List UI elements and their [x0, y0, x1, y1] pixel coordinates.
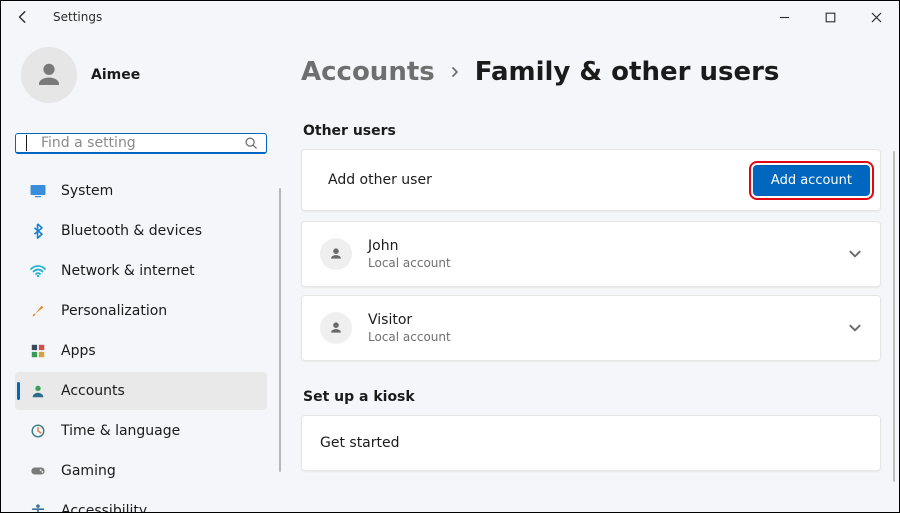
text-cursor [26, 135, 27, 151]
nav-item-label: Personalization [61, 303, 167, 319]
person-icon [328, 246, 344, 262]
avatar [21, 47, 77, 103]
window-controls [761, 1, 899, 33]
minimize-icon [779, 12, 790, 23]
user-type: Local account [368, 330, 832, 344]
person-badge [320, 238, 352, 270]
content-area: Accounts Family & other users Other user… [281, 33, 899, 512]
content-scrollbar[interactable] [893, 151, 895, 482]
nav-list: System Bluetooth & devices Network & int… [15, 172, 267, 513]
user-card-visitor[interactable]: Visitor Local account [301, 295, 881, 361]
accounts-icon [29, 382, 47, 400]
nav-item-accessibility[interactable]: Accessibility [15, 492, 267, 513]
search-box[interactable] [15, 133, 267, 154]
window-title: Settings [53, 10, 102, 24]
nav-item-time-language[interactable]: Time & language [15, 412, 267, 450]
nav-item-bluetooth[interactable]: Bluetooth & devices [15, 212, 267, 250]
back-button[interactable] [11, 5, 35, 29]
arrow-left-icon [16, 10, 30, 24]
minimize-button[interactable] [761, 1, 807, 33]
nav-item-label: Accessibility [61, 503, 147, 513]
nav-item-label: Accounts [61, 383, 125, 399]
nav-item-label: Time & language [61, 423, 180, 439]
kiosk-card[interactable]: Get started [301, 415, 881, 471]
wifi-icon [29, 262, 47, 280]
nav-item-label: Apps [61, 343, 96, 359]
person-icon [328, 320, 344, 336]
apps-icon [29, 342, 47, 360]
sidebar: Aimee System Bluetooth & devices [1, 33, 281, 512]
breadcrumb-parent[interactable]: Accounts [301, 57, 435, 87]
nav-item-gaming[interactable]: Gaming [15, 452, 267, 490]
add-other-user-card: Add other user Add account [301, 149, 881, 211]
clock-globe-icon [29, 422, 47, 440]
chevron-down-icon [848, 247, 862, 261]
maximize-button[interactable] [807, 1, 853, 33]
kiosk-action: Get started [320, 435, 862, 451]
paintbrush-icon [29, 302, 47, 320]
search-icon [244, 136, 258, 150]
display-icon [29, 182, 47, 200]
person-icon [34, 60, 64, 90]
person-badge [320, 312, 352, 344]
nav-item-system[interactable]: System [15, 172, 267, 210]
nav-item-apps[interactable]: Apps [15, 332, 267, 370]
nav-item-label: Gaming [61, 463, 116, 479]
accessibility-icon [29, 502, 47, 513]
nav-item-label: System [61, 183, 113, 199]
nav-item-network[interactable]: Network & internet [15, 252, 267, 290]
user-name: John [368, 238, 832, 254]
user-card-john[interactable]: John Local account [301, 221, 881, 287]
breadcrumb: Accounts Family & other users [301, 49, 881, 105]
titlebar: Settings [1, 1, 899, 33]
add-account-button[interactable]: Add account [753, 165, 870, 196]
chevron-down-icon [848, 321, 862, 335]
search-input[interactable] [39, 134, 236, 152]
settings-window: Settings Aimee [0, 0, 900, 513]
nav-item-accounts[interactable]: Accounts [15, 372, 267, 410]
gamepad-icon [29, 462, 47, 480]
maximize-icon [825, 12, 836, 23]
nav-item-personalization[interactable]: Personalization [15, 292, 267, 330]
nav-item-label: Bluetooth & devices [61, 223, 202, 239]
kiosk-heading: Set up a kiosk [303, 389, 881, 405]
user-type: Local account [368, 256, 832, 270]
other-users-heading: Other users [303, 123, 881, 139]
close-icon [871, 12, 882, 23]
close-button[interactable] [853, 1, 899, 33]
nav-item-label: Network & internet [61, 263, 195, 279]
add-other-user-label: Add other user [328, 172, 737, 188]
page-title: Family & other users [475, 57, 780, 87]
user-name: Visitor [368, 312, 832, 328]
profile-block[interactable]: Aimee [15, 41, 267, 115]
chevron-right-icon [449, 66, 461, 78]
bluetooth-icon [29, 222, 47, 240]
profile-name: Aimee [91, 67, 140, 83]
